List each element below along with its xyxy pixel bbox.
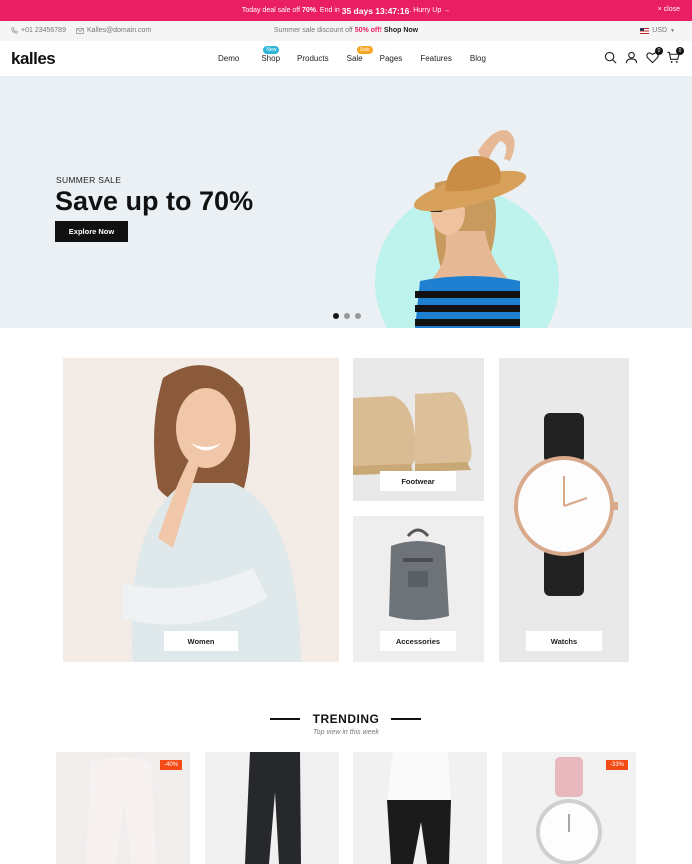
women-model-image — [123, 365, 301, 662]
discount-badge: -40% — [159, 760, 182, 770]
trending-title: TRENDING — [312, 712, 380, 726]
promo-percent: 70% — [302, 7, 317, 14]
notice-discount: 50% off! — [354, 27, 382, 34]
shop-now-link[interactable]: Shop Now — [384, 27, 418, 34]
footwear-label[interactable]: Footwear — [380, 471, 456, 491]
promo-bar: Today deal sale off 70% . End in 35 days… — [0, 0, 692, 21]
user-icon — [625, 51, 638, 64]
collection-women[interactable]: Women — [63, 358, 339, 662]
cart-count: 0 — [676, 47, 684, 55]
site-header: kalles Demo New Shop Products Sale Sale … — [0, 41, 692, 76]
hero-headline: Save up to 70% — [55, 186, 254, 216]
watch-image — [514, 413, 618, 596]
collection-footwear[interactable]: Footwear — [353, 358, 484, 501]
slider-dot-3[interactable] — [355, 313, 361, 319]
nav-products[interactable]: Products — [297, 54, 329, 63]
nav-shop-label: Shop — [261, 54, 281, 63]
arrow-right-icon: → — [443, 7, 451, 14]
notice-text: Summer sale discount off — [273, 27, 353, 34]
promo-countdown: 35 days 13:47:16 — [341, 5, 410, 16]
accessories-label[interactable]: Accessories — [380, 631, 456, 651]
nav-blog-label: Blog — [469, 54, 486, 63]
trending-subtitle: Top view in this week — [313, 729, 379, 736]
hero-eyebrow: SUMMER SALE — [56, 175, 122, 185]
wishlist-button[interactable]: 0 — [646, 47, 663, 64]
nav-sale[interactable]: Sale Sale — [346, 46, 373, 63]
search-button[interactable] — [604, 51, 617, 64]
nav-features[interactable]: Features — [420, 54, 452, 63]
chevron-down-icon: ▼ — [670, 27, 675, 34]
promo-close-label: close — [663, 6, 680, 13]
nav-sale-label: Sale — [346, 54, 363, 63]
trending-rule-right — [391, 718, 421, 720]
nav-pages-label: Pages — [379, 54, 403, 63]
cart-button[interactable]: 0 — [667, 47, 684, 64]
wishlist-count: 0 — [655, 47, 663, 55]
logo[interactable]: kalles — [11, 49, 56, 69]
nav-demo[interactable]: Demo — [218, 54, 239, 63]
account-button[interactable] — [625, 51, 638, 64]
product-card[interactable] — [353, 752, 487, 864]
nav-blog[interactable]: Blog — [470, 54, 486, 63]
promo-suffix: . Hurry Up — [409, 7, 442, 14]
collection-watchs[interactable]: Watchs — [499, 358, 629, 662]
search-icon — [604, 51, 617, 64]
nav-features-label: Features — [420, 54, 452, 63]
nav-products-label: Products — [297, 54, 329, 63]
nav-pages[interactable]: Pages — [380, 54, 403, 63]
product-card[interactable]: -40% — [56, 752, 190, 864]
promo-mid: . End in — [316, 7, 340, 14]
currency-selector[interactable]: USD ▼ — [640, 27, 675, 34]
us-flag-icon — [640, 27, 650, 34]
women-label[interactable]: Women — [164, 631, 238, 651]
slider-dot-1[interactable] — [333, 313, 339, 319]
slider-dots — [333, 313, 361, 319]
hero-model-image — [413, 130, 527, 328]
sale-badge: Sale — [356, 46, 373, 54]
nav-demo-label: Demo — [218, 54, 240, 63]
slider-dot-2[interactable] — [344, 313, 350, 319]
promo-prefix: Today deal sale off — [241, 7, 301, 14]
promo-close-button[interactable]: × close — [658, 6, 680, 13]
collection-accessories[interactable]: Accessories — [353, 516, 484, 662]
info-bar: +01 23456789 Kalles@domain.com Summer sa… — [0, 21, 692, 41]
product-image — [245, 752, 301, 864]
nav-shop[interactable]: New Shop — [261, 46, 281, 63]
currency-label: USD — [652, 27, 668, 34]
product-card[interactable] — [205, 752, 339, 864]
product-image — [387, 752, 451, 864]
product-card[interactable]: -33% — [502, 752, 636, 864]
new-badge: New — [263, 46, 280, 54]
hero-slider: SUMMER SALE Save up to 70% Explore Now — [0, 76, 692, 328]
explore-now-button[interactable]: Explore Now — [55, 221, 128, 242]
watchs-label[interactable]: Watchs — [526, 631, 602, 651]
main-nav: Demo New Shop Products Sale Sale Pages F… — [218, 46, 486, 63]
discount-badge: -33% — [605, 760, 628, 770]
